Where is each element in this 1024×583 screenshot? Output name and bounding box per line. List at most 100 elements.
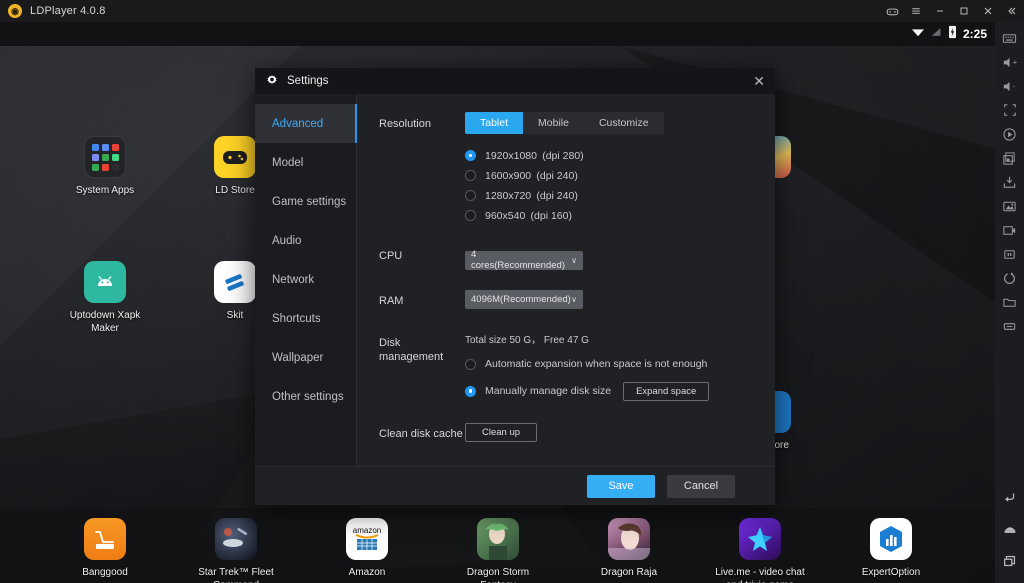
dock-icon-dragon-storm-fantasy[interactable]: Dragon Storm Fantasy [450, 518, 546, 583]
expert-option-icon [870, 518, 912, 560]
tab-tablet[interactable]: Tablet [465, 112, 524, 134]
option-label: Manually manage disk size [485, 385, 612, 397]
ram-select[interactable]: 4096M(Recommended) ∨ [465, 289, 583, 309]
live-me-icon [739, 518, 781, 560]
sidebar-item-other-settings[interactable]: Other settings [255, 377, 356, 416]
maximize-icon[interactable] [952, 0, 976, 22]
dock-icon-banggood[interactable]: Banggood [57, 518, 153, 579]
wifi-icon [911, 25, 925, 43]
resolution-tabs: Tablet Mobile Customize [465, 112, 664, 134]
multi-instance-icon[interactable] [995, 146, 1024, 170]
cpu-select[interactable]: 4 cores(Recommended) ∨ [465, 249, 583, 271]
radio-icon[interactable] [465, 190, 476, 201]
radio-icon[interactable] [465, 358, 476, 370]
radio-icon[interactable] [465, 385, 476, 397]
home-icon[interactable] [995, 517, 1024, 541]
tab-customize[interactable]: Customize [584, 112, 664, 134]
save-button[interactable]: Save [587, 474, 655, 498]
sidebar-item-label: Model [272, 156, 304, 169]
sidebar-item-wallpaper[interactable]: Wallpaper [255, 338, 356, 377]
ram-section: RAM 4096M(Recommended) ∨ [379, 289, 775, 309]
sidebar-item-label: Audio [272, 234, 302, 247]
settings-content: Resolution Tablet Mobile Customize 1920x… [357, 94, 775, 466]
sidebar-item-network[interactable]: Network [255, 260, 356, 299]
back-icon[interactable] [995, 485, 1024, 509]
dock-icon-expert-option[interactable]: ExpertOption [843, 518, 939, 579]
dock-icon-dragon-raja[interactable]: Dragon Raja [581, 518, 677, 579]
shake-icon[interactable] [995, 242, 1024, 266]
dragon-storm-fantasy-icon [477, 518, 519, 560]
keyboard-icon[interactable] [995, 26, 1024, 50]
disk-option-automatic[interactable]: Automatic expansion when space is not en… [465, 355, 775, 374]
dialog-body: Advanced Model Game settings Audio Netwo… [255, 94, 775, 466]
folder-icon[interactable] [995, 290, 1024, 314]
status-time: 2:25 [962, 27, 987, 41]
clean-disk-cache-section: Clean disk cache Clean up [379, 422, 775, 442]
sidebar-item-audio[interactable]: Audio [255, 221, 356, 260]
radio-icon[interactable] [465, 150, 476, 161]
volume-down-icon[interactable]: - [995, 74, 1024, 98]
video-record-icon[interactable] [995, 218, 1024, 242]
cancel-button[interactable]: Cancel [667, 474, 735, 498]
collapse-icon[interactable] [1000, 0, 1024, 22]
dialog-title: Settings [287, 75, 329, 87]
chevron-down-icon: ∨ [571, 294, 577, 304]
radio-icon[interactable] [465, 210, 476, 221]
option-label: 1280x720 (dpi 240) [485, 189, 578, 202]
cpu-section: CPU 4 cores(Recommended) ∨ [379, 244, 775, 271]
system-apps-icon [84, 136, 126, 178]
dialog-footer: Save Cancel [255, 466, 775, 505]
dock-icon-label: Star Trek™ Fleet Command [198, 567, 274, 583]
install-apk-icon[interactable] [995, 170, 1024, 194]
clean-up-button[interactable]: Clean up [465, 422, 538, 442]
window-controls [880, 0, 1024, 22]
expand-space-button[interactable]: Expand space [623, 381, 710, 401]
desktop-icon-uptodown-xapk-maker[interactable]: Uptodown Xapk Maker [57, 261, 153, 335]
sidebar-item-shortcuts[interactable]: Shortcuts [255, 299, 356, 338]
option-label: 1920x1080 (dpi 280) [485, 149, 584, 162]
close-icon[interactable] [976, 0, 1000, 22]
sidebar-item-advanced[interactable]: Advanced [255, 104, 357, 143]
dock-icon-label: Dragon Raja [600, 567, 658, 578]
dock-icon-star-trek-fleet-command[interactable]: Star Trek™ Fleet Command [188, 518, 284, 583]
dock-icon-label: Dragon Storm Fantasy [466, 567, 530, 583]
resolution-option-1600x900[interactable]: 1600x900 (dpi 240) [465, 166, 775, 185]
sidebar-item-game-settings[interactable]: Game settings [255, 182, 356, 221]
rotate-icon[interactable] [995, 266, 1024, 290]
settings-dialog: Settings ✕ Advanced Model Game settings … [255, 68, 775, 505]
radio-icon[interactable] [465, 170, 476, 181]
skit-icon [214, 261, 256, 303]
option-label: 960x540 (dpi 160) [485, 209, 572, 222]
sidebar-item-model[interactable]: Model [255, 143, 356, 182]
tab-mobile[interactable]: Mobile [523, 112, 584, 134]
resolution-option-1920x1080[interactable]: 1920x1080 (dpi 280) [465, 146, 775, 165]
dock-icon-label: ExpertOption [861, 567, 921, 578]
signal-icon [931, 25, 942, 43]
cpu-value: 4 cores(Recommended) [471, 249, 565, 271]
play-icon[interactable] [995, 122, 1024, 146]
star-trek-fleet-command-icon [215, 518, 257, 560]
ldplayer-window: ◉ LDPlayer 4.0.8 2:25 System Apps LD Sto… [0, 0, 1024, 583]
fullscreen-icon[interactable] [995, 98, 1024, 122]
dock-icon-amazon[interactable]: amazon Amazon [319, 518, 415, 579]
chevron-down-icon: ∨ [571, 255, 577, 265]
dock-icon-live-me[interactable]: Live.me - video chat and trivia game [712, 518, 808, 583]
ld-store-icon [214, 136, 256, 178]
close-icon[interactable]: ✕ [753, 74, 765, 88]
menu-icon[interactable] [904, 0, 928, 22]
sidebar-item-label: Advanced [272, 117, 324, 130]
ldplayer-logo-icon: ◉ [8, 4, 22, 18]
desktop-icon-label: Uptodown Xapk Maker [69, 310, 141, 334]
more-icon[interactable] [995, 314, 1024, 338]
recents-icon[interactable] [995, 549, 1024, 573]
minimize-icon[interactable] [928, 0, 952, 22]
volume-up-icon[interactable]: + [995, 50, 1024, 74]
disk-option-manual[interactable]: Manually manage disk size Expand space [465, 381, 775, 401]
resolution-option-1280x720[interactable]: 1280x720 (dpi 240) [465, 186, 775, 205]
gamepad-icon[interactable] [880, 0, 904, 22]
battery-charging-icon [948, 25, 957, 44]
screenshot-icon[interactable] [995, 194, 1024, 218]
disk-total-text: Total size 50 G， Free 47 G [465, 334, 589, 346]
resolution-option-960x540[interactable]: 960x540 (dpi 160) [465, 206, 775, 225]
desktop-icon-system-apps[interactable]: System Apps [57, 136, 153, 197]
